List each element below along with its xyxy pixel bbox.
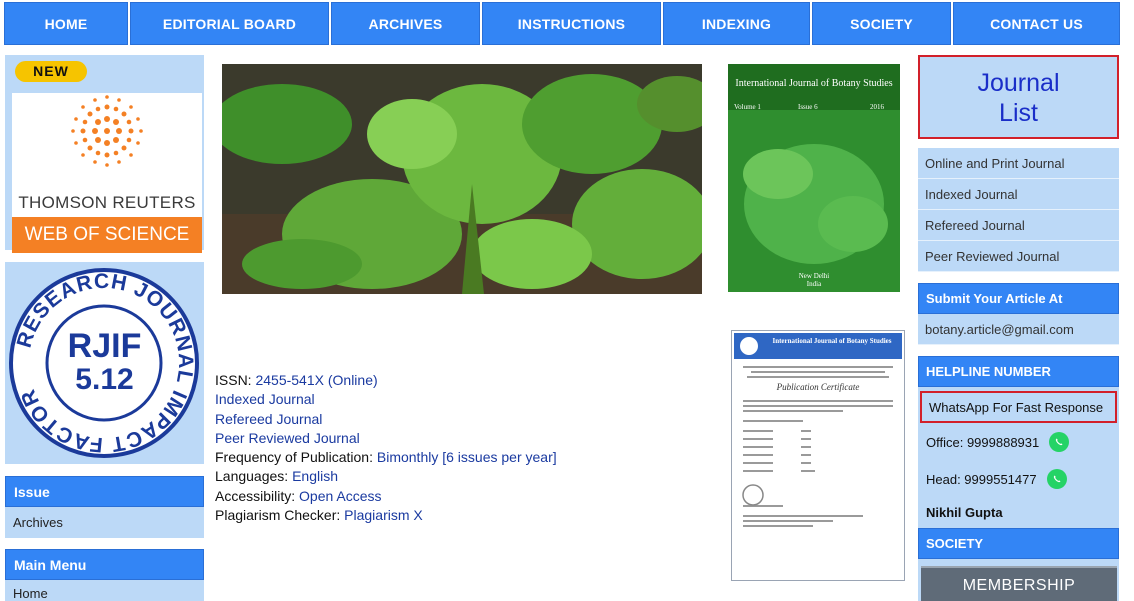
cover-year: 2016 xyxy=(870,103,884,111)
indexed-journal-link[interactable]: Indexed Journal xyxy=(215,390,557,409)
certificate-title: International Journal of Botany Studies xyxy=(772,337,892,345)
main-menu-home-link[interactable]: Home xyxy=(5,586,204,601)
web-of-science-banner: WEB OF SCIENCE xyxy=(12,217,202,253)
nav-contact-us[interactable]: CONTACT US xyxy=(953,2,1120,45)
whatsapp-fast-response[interactable]: WhatsApp For Fast Response xyxy=(920,391,1117,423)
membership-button[interactable]: MEMBERSHIP xyxy=(921,566,1117,601)
rjif-title: RJIF xyxy=(67,327,142,365)
rjif-value: 5.12 xyxy=(75,363,134,396)
journal-cover-image[interactable]: International Journal of Botany Studies … xyxy=(728,64,900,292)
main-menu-heading: Main Menu xyxy=(5,549,204,580)
whatsapp-icon[interactable] xyxy=(1049,432,1070,452)
thomson-reuters-dots-icon xyxy=(71,95,143,167)
submission-email[interactable]: botany.article@gmail.com xyxy=(918,314,1119,345)
cover-place: New Delhi xyxy=(798,272,830,280)
cover-issue: Issue 6 xyxy=(798,103,818,111)
certificate-subtitle: Publication Certificate xyxy=(776,382,860,392)
issn-link[interactable]: 2455-541X (Online) xyxy=(255,372,377,388)
cover-volume: Volume 1 xyxy=(734,103,761,111)
accessibility-line: Accessibility: Open Access xyxy=(215,487,382,504)
link-indexed-journal[interactable]: Indexed Journal xyxy=(918,179,1119,210)
link-online-print-journal[interactable]: Online and Print Journal xyxy=(918,148,1119,179)
submit-article-heading: Submit Your Article At xyxy=(918,283,1119,314)
issue-heading: Issue xyxy=(5,476,204,507)
link-peer-reviewed-journal[interactable]: Peer Reviewed Journal xyxy=(918,241,1119,272)
nav-editorial-board[interactable]: EDITORIAL BOARD xyxy=(130,2,329,45)
archives-link[interactable]: Archives xyxy=(5,507,204,538)
issn-line: ISSN: 2455-541X (Online) xyxy=(215,372,378,388)
helpline-heading: HELPLINE NUMBER xyxy=(918,356,1119,387)
nav-home[interactable]: HOME xyxy=(4,2,128,45)
head-phone[interactable]: Head: 9999551477 xyxy=(926,469,1067,489)
whatsapp-icon[interactable] xyxy=(1046,469,1067,489)
top-nav: HOME EDITORIAL BOARD ARCHIVES INSTRUCTIO… xyxy=(4,2,1120,45)
journal-list-line2: List xyxy=(999,99,1038,127)
nav-indexing[interactable]: INDEXING xyxy=(663,2,810,45)
journal-list-line1: Journal xyxy=(977,69,1060,97)
office-phone[interactable]: Office: 9999888931 xyxy=(926,432,1070,452)
new-badge: NEW xyxy=(15,61,87,82)
plagiarism-link[interactable]: Plagiarism X xyxy=(344,507,423,523)
certificate-art xyxy=(731,330,905,581)
rjif-panel[interactable]: RESEARCH JOURNAL IMPACT FACTOR RJIF 5.12 xyxy=(5,262,204,464)
accessibility-link[interactable]: Open Access xyxy=(299,488,382,504)
nav-archives[interactable]: ARCHIVES xyxy=(331,2,480,45)
nav-instructions[interactable]: INSTRUCTIONS xyxy=(482,2,661,45)
plagiarism-line: Plagiarism Checker: Plagiarism X xyxy=(215,507,423,524)
cover-title: International Journal of Botany Studies xyxy=(735,78,893,89)
journal-list-box[interactable]: Journal List xyxy=(918,55,1119,139)
nav-society[interactable]: SOCIETY xyxy=(812,2,951,45)
contact-name: Nikhil Gupta xyxy=(926,505,1003,520)
head-phone-text: Head: 9999551477 xyxy=(926,471,1037,487)
thomson-reuters-panel[interactable]: NEW THOMSON REUTERS WEB OF SCIENCE xyxy=(5,55,204,253)
journal-info: ISSN: 2455-541X (Online) Indexed Journal… xyxy=(215,371,557,525)
languages-link[interactable]: English xyxy=(292,468,338,484)
journal-cover-art xyxy=(728,64,900,292)
frequency-link[interactable]: Bimonthly [6 issues per year] xyxy=(377,449,557,465)
thomson-reuters-text: THOMSON REUTERS xyxy=(18,193,196,212)
languages-line: Languages: English xyxy=(215,468,338,485)
society-heading: SOCIETY xyxy=(918,528,1119,559)
plant-photo xyxy=(222,64,702,294)
link-refereed-journal[interactable]: Refereed Journal xyxy=(918,210,1119,241)
office-phone-text: Office: 9999888931 xyxy=(926,434,1040,450)
refereed-journal-link[interactable]: Refereed Journal xyxy=(215,410,557,429)
thomson-reuters-logo: THOMSON REUTERS WEB OF SCIENCE xyxy=(12,93,202,253)
publication-certificate-image[interactable]: International Journal of Botany Studies … xyxy=(731,330,905,581)
frequency-line: Frequency of Publication: Bimonthly [6 i… xyxy=(215,449,557,466)
cover-country: India xyxy=(806,280,822,288)
peer-reviewed-journal-link[interactable]: Peer Reviewed Journal xyxy=(215,429,557,448)
